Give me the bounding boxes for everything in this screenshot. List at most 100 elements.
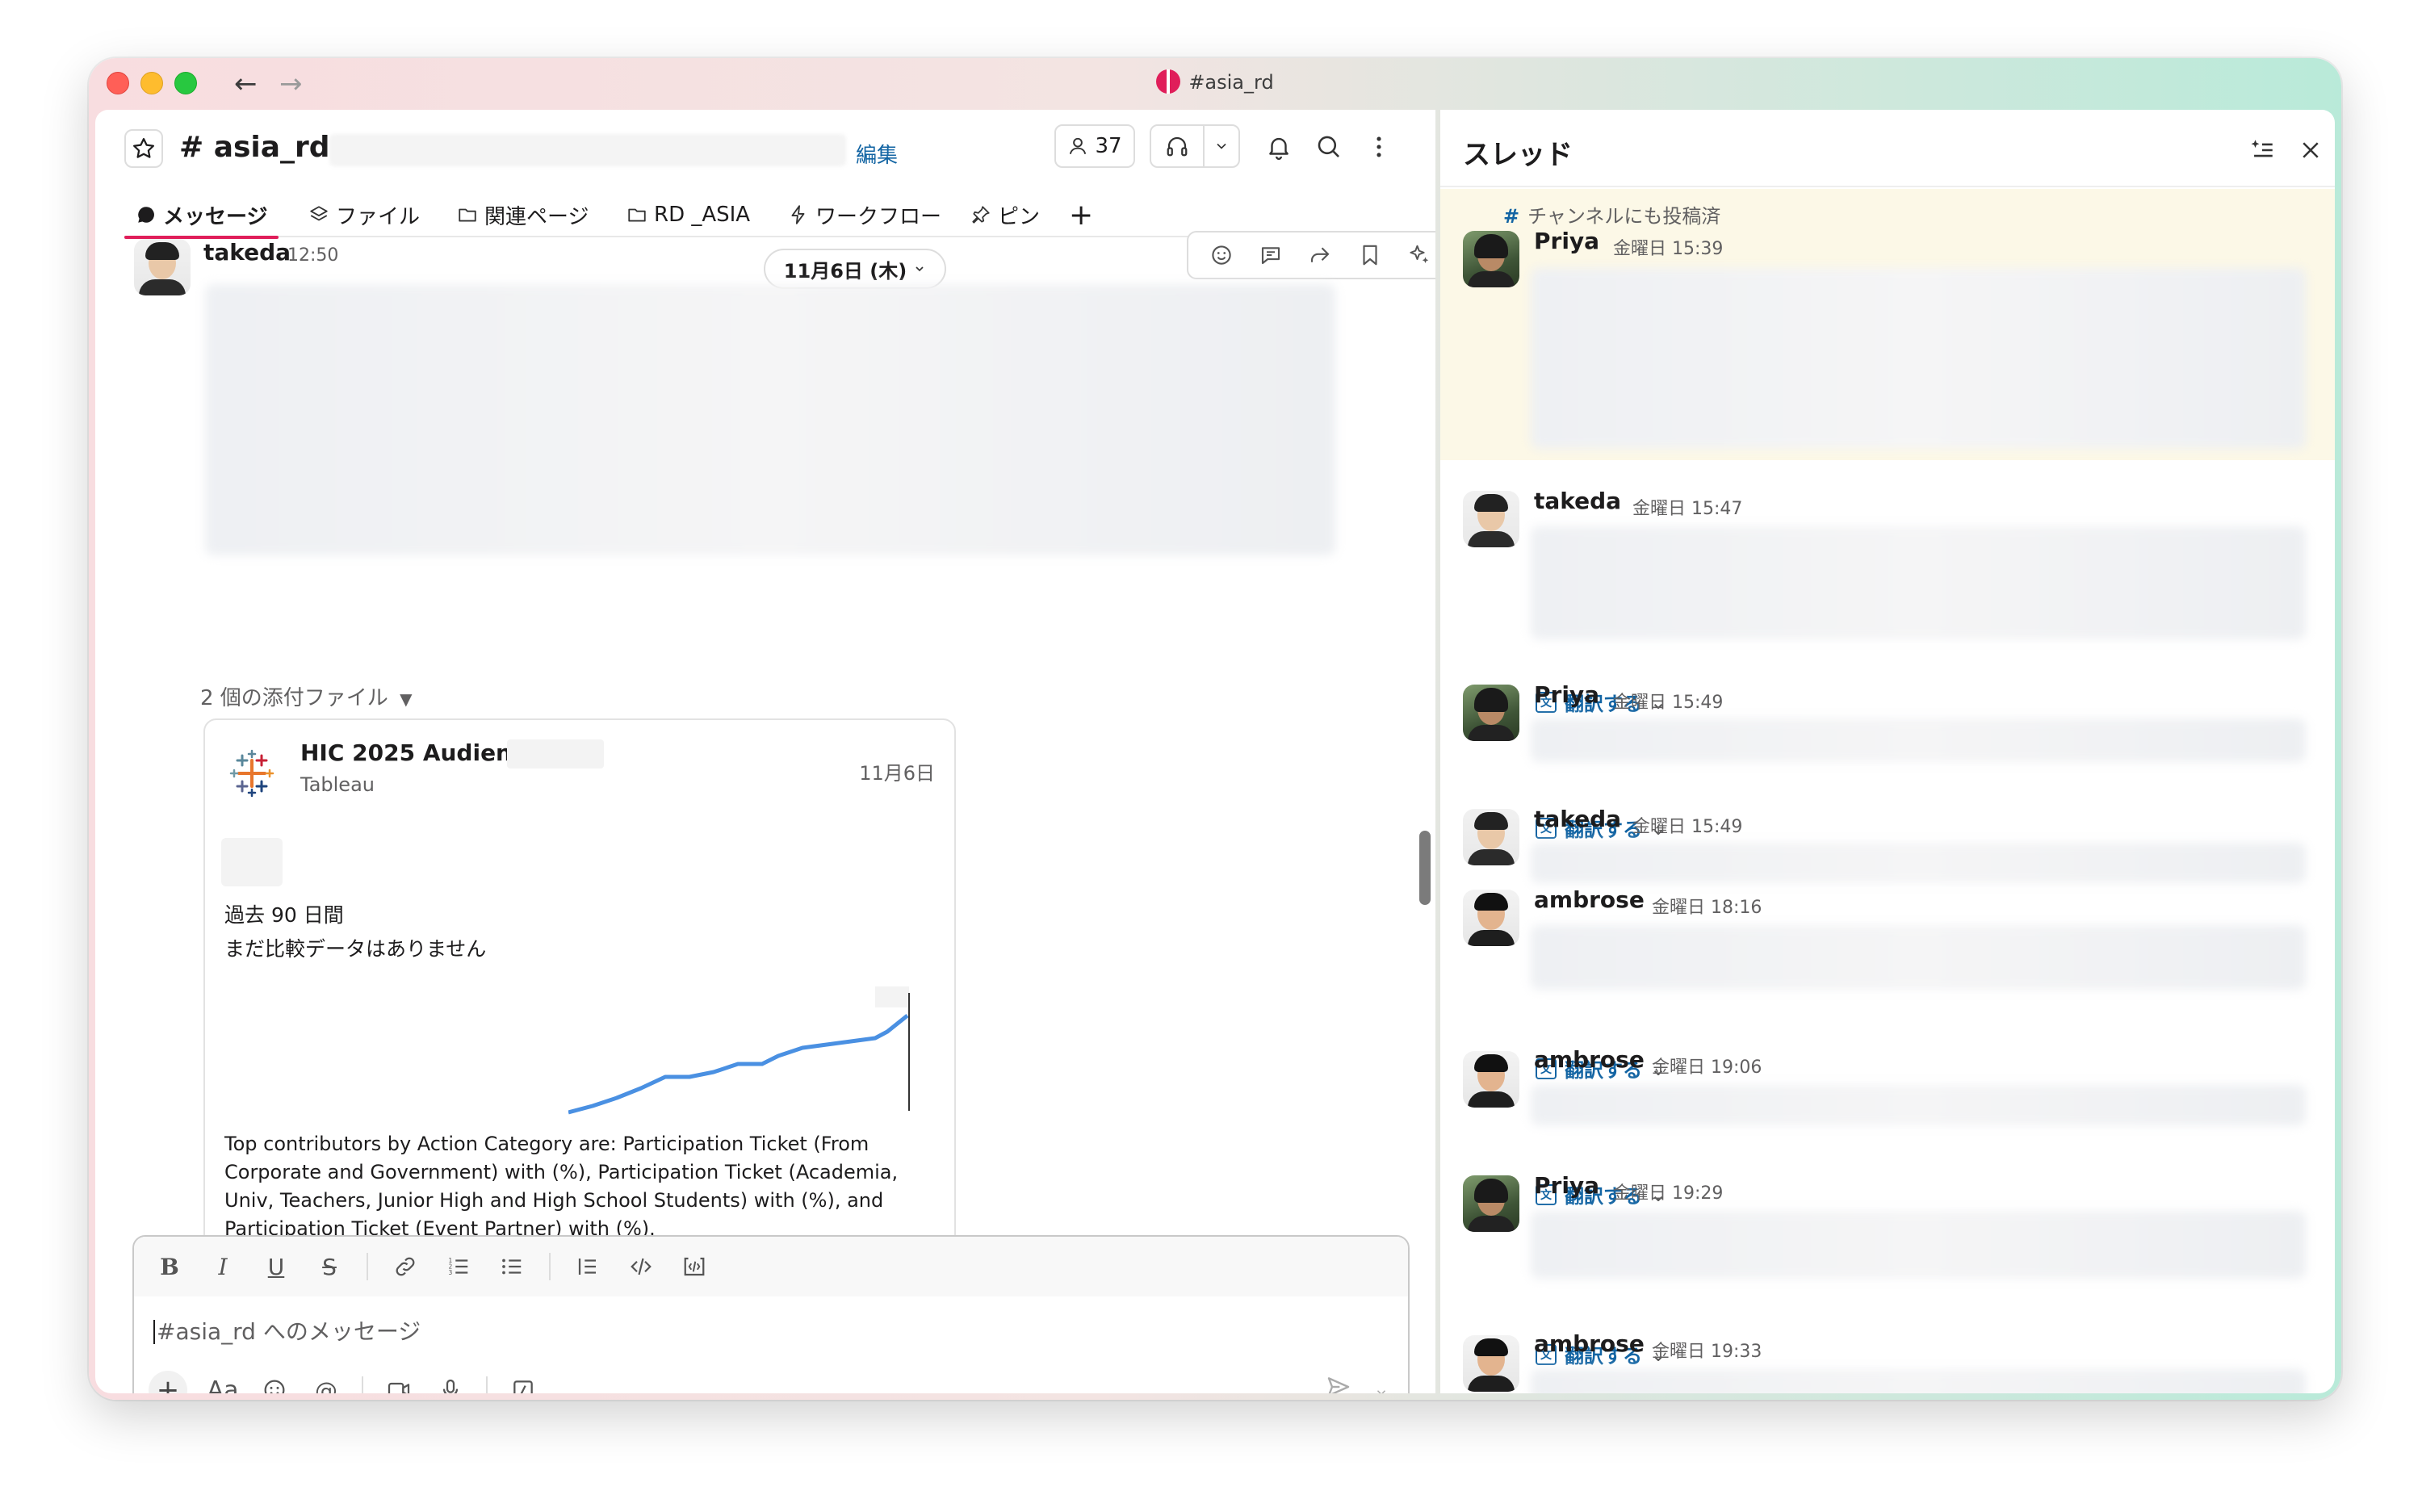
avatar[interactable]: [1463, 231, 1519, 287]
tab-files-label: ファイル: [336, 204, 421, 229]
microphone-icon[interactable]: [434, 1374, 467, 1393]
text-format-toggle-icon[interactable]: Aa: [207, 1374, 239, 1394]
underline-icon[interactable]: U: [260, 1250, 292, 1283]
card-title[interactable]: HIC 2025 Audience: [300, 739, 541, 766]
close-thread-button[interactable]: [2293, 132, 2328, 168]
video-clip-icon[interactable]: [383, 1374, 415, 1393]
huddle-options[interactable]: [1205, 138, 1238, 154]
reply-sender[interactable]: Priya: [1534, 1172, 1599, 1199]
reply-sender[interactable]: Priya: [1534, 681, 1599, 708]
code-block-icon[interactable]: [678, 1250, 710, 1283]
huddle-button[interactable]: [1150, 124, 1240, 168]
share-icon[interactable]: [1308, 243, 1332, 267]
huddle-start[interactable]: [1151, 126, 1205, 166]
members-button[interactable]: 37: [1054, 124, 1135, 168]
strikethrough-icon[interactable]: S: [313, 1250, 346, 1283]
channel-name[interactable]: # asia_rd: [179, 131, 330, 164]
avatar[interactable]: [1463, 685, 1519, 741]
avatar-hair: [145, 242, 179, 260]
bullet-list-icon[interactable]: [496, 1250, 528, 1283]
italic-icon[interactable]: I: [207, 1250, 239, 1283]
also-posted-note[interactable]: # チャンネルにも投稿済: [1503, 200, 1720, 228]
video-glyph: [388, 1382, 410, 1393]
attach-plus-button[interactable]: +: [149, 1371, 187, 1393]
more-options-button[interactable]: [1360, 128, 1398, 166]
slash-glyph: [513, 1380, 533, 1393]
slash-command-icon[interactable]: [507, 1374, 539, 1393]
tab-messages[interactable]: メッセージ: [124, 195, 280, 239]
composer-tools: + Aa @: [149, 1371, 539, 1393]
schedule-send-button[interactable]: [1374, 1384, 1389, 1393]
thread-options-button[interactable]: [2244, 132, 2280, 168]
bold-icon[interactable]: B: [153, 1250, 186, 1283]
card-date: 11月6日: [859, 762, 935, 785]
attachments-toggle[interactable]: 2 個の添付ファイル ▼: [200, 681, 412, 711]
code-icon[interactable]: [625, 1250, 657, 1283]
blockquote-glyph: [578, 1259, 596, 1275]
avatar[interactable]: [1463, 1335, 1519, 1392]
avatar[interactable]: [1463, 491, 1519, 547]
reply-time[interactable]: 金曜日 18:16: [1652, 893, 1762, 919]
tab-files[interactable]: ファイル: [308, 195, 420, 234]
send-button[interactable]: [1326, 1374, 1351, 1393]
reply-sender[interactable]: ambrose: [1534, 1046, 1645, 1073]
reply-thread-icon[interactable]: [1259, 243, 1283, 267]
reply-body-redacted: [1531, 268, 2306, 449]
message-time[interactable]: 12:50: [287, 245, 338, 266]
avatar[interactable]: [1463, 809, 1519, 865]
avatar[interactable]: [1463, 890, 1519, 946]
blockquote-icon[interactable]: [572, 1250, 604, 1283]
message-list-scrollbar[interactable]: [1419, 831, 1431, 905]
reply-sender[interactable]: ambrose: [1534, 1330, 1645, 1357]
avatar-hair: [1474, 1338, 1508, 1356]
notifications-button[interactable]: [1259, 128, 1298, 166]
message-input[interactable]: #asia_rd へのメッセージ: [153, 1314, 421, 1347]
avatar[interactable]: [1463, 1051, 1519, 1108]
ordered-list-icon[interactable]: 123: [442, 1250, 475, 1283]
reply-sender[interactable]: ambrose: [1534, 886, 1645, 913]
reply-time[interactable]: 金曜日 19:33: [1652, 1337, 1762, 1363]
reply-time[interactable]: 金曜日 19:29: [1613, 1179, 1723, 1204]
mention-icon[interactable]: @: [310, 1374, 342, 1394]
avatar-hair: [1474, 688, 1508, 712]
reply-time[interactable]: 金曜日 15:49: [1613, 688, 1723, 714]
emoji-reaction-icon[interactable]: [1209, 243, 1234, 267]
reply-time[interactable]: 金曜日 15:49: [1632, 812, 1742, 838]
date-jump-button[interactable]: 11月6日 (木): [764, 249, 946, 289]
edit-topic-link[interactable]: 編集: [856, 139, 898, 169]
reply-sender[interactable]: Priya: [1534, 228, 1599, 254]
add-tab-button[interactable]: +: [1069, 195, 1093, 234]
tab-workflow[interactable]: ワークフロー: [788, 195, 941, 234]
reply-sender[interactable]: takeda: [1534, 488, 1621, 514]
star-channel-button[interactable]: [124, 129, 163, 168]
emoji-icon[interactable]: [258, 1374, 291, 1393]
message-list: takeda 12:50 11月6日 (木) 2 個の添付ファイル ▼ HIC …: [95, 231, 1435, 1251]
card-period: 過去 90 日間: [224, 903, 344, 927]
person-icon: [1070, 137, 1087, 155]
reply-time[interactable]: 金曜日 19:06: [1652, 1053, 1762, 1079]
tableau-attachment-card[interactable]: HIC 2025 Audience Tableau 11月6日 過去 90 日間…: [203, 718, 956, 1251]
tab-related-pages[interactable]: 関連ページ: [457, 195, 589, 234]
ai-sparkle-icon[interactable]: [1407, 243, 1431, 267]
channel-header: # asia_rd 編集 37: [95, 110, 1435, 187]
window-title: #asia_rd: [89, 69, 2341, 94]
tab-rd-asia[interactable]: RD _ASIA: [626, 195, 750, 234]
reply-time[interactable]: 金曜日 15:47: [1632, 494, 1742, 520]
reply-sender[interactable]: takeda: [1534, 806, 1621, 832]
bookmark-icon[interactable]: [1358, 243, 1382, 267]
sparkline-series: [568, 1014, 909, 1115]
avatar-body: [1468, 725, 1515, 741]
trend-sparkline: [568, 986, 910, 1115]
avatar-body: [1468, 531, 1515, 547]
channel-topic[interactable]: [329, 134, 846, 166]
lightning-icon: [791, 205, 805, 224]
tab-pins[interactable]: ピン: [970, 195, 1040, 234]
avatar-hair: [1474, 494, 1508, 512]
tab-related-pages-label: 関連ページ: [484, 204, 589, 229]
search-button[interactable]: [1309, 128, 1348, 166]
link-icon[interactable]: [389, 1250, 421, 1283]
avatar[interactable]: [1463, 1175, 1519, 1232]
message-sender[interactable]: takeda: [203, 239, 291, 266]
reply-time[interactable]: 金曜日 15:39: [1613, 234, 1723, 260]
avatar[interactable]: [134, 239, 191, 295]
